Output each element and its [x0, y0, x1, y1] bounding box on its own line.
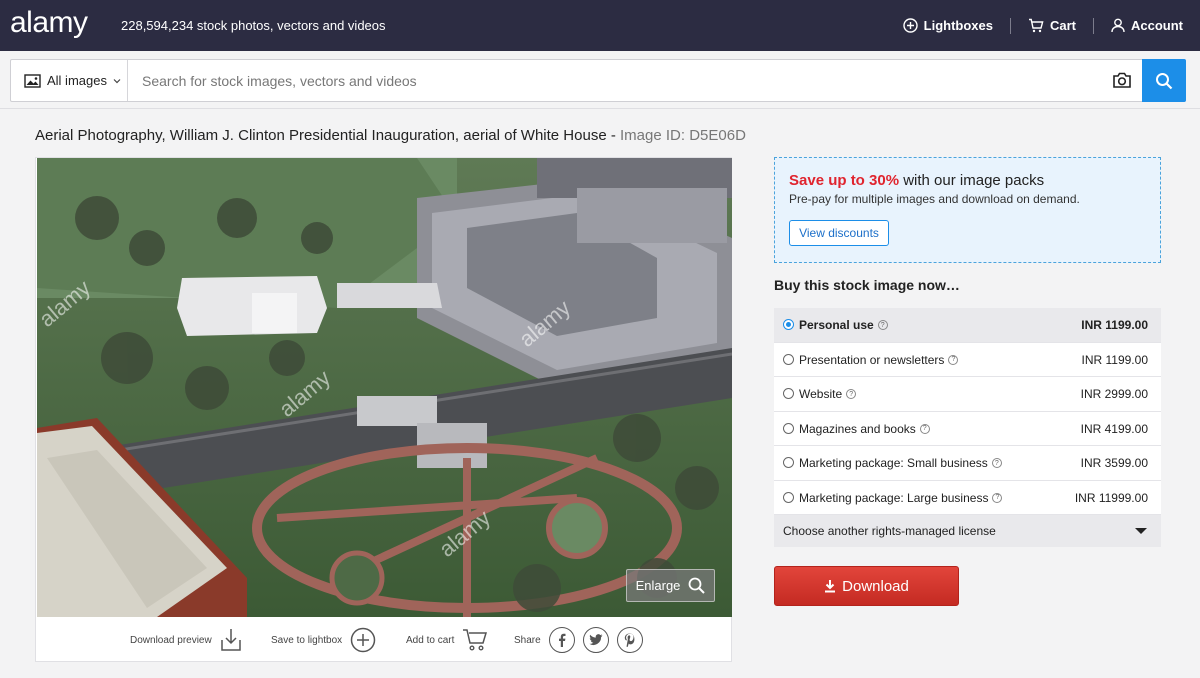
header-divider: [0, 108, 1200, 109]
account-label: Account: [1131, 18, 1183, 33]
license-option-presentation[interactable]: Presentation or newsletters? INR 1199.00: [774, 342, 1161, 377]
search-button[interactable]: [1142, 59, 1186, 102]
help-icon[interactable]: ?: [919, 423, 930, 434]
license-option-personal-use[interactable]: Personal use? INR 1199.00: [774, 308, 1161, 343]
enlarge-button[interactable]: Enlarge: [626, 569, 715, 602]
pinterest-icon[interactable]: [616, 627, 643, 653]
promo-headline: Save up to 30% with our image packs: [789, 172, 1044, 189]
search-icon: [1156, 72, 1173, 89]
license-option-marketing-large[interactable]: Marketing package: Large business? INR 1…: [774, 480, 1161, 515]
image-title-text: Aerial Photography, William J. Clinton P…: [35, 127, 616, 144]
twitter-icon[interactable]: [582, 627, 609, 653]
top-nav: Lightboxes Cart Account: [886, 0, 1200, 51]
search-bar: All images: [10, 59, 1186, 102]
enlarge-label: Enlarge: [635, 578, 681, 593]
license-label: Marketing package: Large business: [799, 490, 989, 505]
search-scope-label: All images: [47, 73, 107, 88]
radio-unselected[interactable]: [783, 388, 794, 399]
license-list: Personal use? INR 1199.00 Presentation o…: [774, 308, 1161, 515]
radio-unselected[interactable]: [783, 353, 794, 365]
download-label: Download: [842, 577, 909, 595]
alamy-logo[interactable]: alamy: [10, 6, 88, 40]
image-title: Aerial Photography, William J. Clinton P…: [35, 127, 746, 144]
license-label: Website: [799, 387, 843, 401]
license-price: INR 1199.00: [1081, 318, 1148, 332]
help-icon[interactable]: ?: [948, 354, 959, 365]
search-input[interactable]: [142, 70, 1102, 92]
image-actions-bar: Download preview Save to lightbox Add to…: [36, 618, 731, 662]
save-to-lightbox-button[interactable]: Save to lightbox: [271, 627, 376, 653]
image-icon: [24, 73, 41, 88]
license-price: INR 11999.00: [1074, 490, 1148, 505]
license-price: INR 3599.00: [1080, 456, 1148, 470]
tagline: 228,594,234 stock photos, vectors and vi…: [121, 18, 386, 33]
user-icon: [1111, 18, 1125, 33]
share-label: Share: [514, 634, 541, 646]
aerial-white-house-image: alamy alamy alamy alamy: [37, 158, 732, 617]
image-id: Image ID: D5E06D: [620, 127, 746, 144]
view-discounts-button[interactable]: View discounts: [789, 220, 889, 246]
facebook-icon[interactable]: [548, 627, 575, 653]
license-label: Marketing package: Small business: [799, 456, 988, 470]
plus-circle-icon: [350, 627, 376, 653]
plus-circle-icon: [902, 18, 918, 33]
search-scope-dropdown[interactable]: All images: [11, 60, 128, 101]
image-pack-promo: Save up to 30% with our image packs Pre-…: [774, 157, 1161, 263]
download-tray-icon: [220, 629, 241, 651]
help-icon[interactable]: ?: [992, 492, 1003, 503]
cart-icon: [463, 629, 488, 651]
add-to-cart-label: Add to cart: [406, 634, 455, 646]
chevron-down-icon: [113, 78, 121, 83]
radio-unselected[interactable]: [783, 422, 794, 434]
download-button[interactable]: Download: [774, 566, 959, 606]
share-group: Share: [514, 627, 643, 653]
license-price: INR 2999.00: [1080, 387, 1148, 401]
radio-selected[interactable]: [783, 319, 794, 330]
save-to-lightbox-label: Save to lightbox: [271, 634, 343, 646]
license-option-website[interactable]: Website? INR 2999.00: [774, 377, 1161, 412]
radio-unselected[interactable]: [783, 491, 794, 503]
license-option-magazines[interactable]: Magazines and books? INR 4199.00: [774, 411, 1161, 446]
lightboxes-link[interactable]: Lightboxes: [886, 18, 1010, 33]
lightboxes-label: Lightboxes: [923, 18, 993, 33]
buy-heading: Buy this stock image now…: [774, 277, 960, 293]
radio-unselected[interactable]: [783, 457, 794, 468]
cart-link[interactable]: Cart: [1011, 18, 1093, 33]
top-bar: alamy 228,594,234 stock photos, vectors …: [0, 0, 1200, 51]
help-icon[interactable]: ?: [877, 320, 888, 330]
other-license-dropdown[interactable]: Choose another rights-managed license: [774, 515, 1161, 547]
other-license-label: Choose another rights-managed license: [783, 524, 996, 538]
add-to-cart-button[interactable]: Add to cart: [406, 628, 488, 652]
promo-subtext: Pre-pay for multiple images and download…: [789, 192, 1080, 206]
promo-highlight: Save up to 30%: [789, 172, 900, 189]
download-arrow-icon: [825, 580, 836, 593]
camera-search-icon[interactable]: [1112, 71, 1132, 89]
help-icon[interactable]: ?: [846, 389, 857, 399]
cart-label: Cart: [1049, 18, 1076, 33]
license-label: Presentation or newsletters: [799, 352, 945, 367]
help-icon[interactable]: ?: [991, 458, 1002, 468]
download-preview-button[interactable]: Download preview: [130, 628, 242, 652]
download-preview-label: Download preview: [130, 634, 212, 646]
license-label: Personal use: [799, 318, 874, 332]
caret-down-icon: [1135, 528, 1147, 534]
license-price: INR 1199.00: [1081, 352, 1149, 367]
stock-photo[interactable]: alamy alamy alamy alamy: [37, 158, 732, 617]
license-label: Magazines and books: [799, 421, 916, 436]
license-option-marketing-small[interactable]: Marketing package: Small business? INR 3…: [774, 446, 1161, 481]
promo-rest: with our image packs: [903, 172, 1045, 189]
cart-icon: [1028, 18, 1044, 33]
account-link[interactable]: Account: [1094, 18, 1200, 33]
magnifier-icon: [689, 577, 706, 594]
license-price: INR 4199.00: [1080, 421, 1148, 436]
